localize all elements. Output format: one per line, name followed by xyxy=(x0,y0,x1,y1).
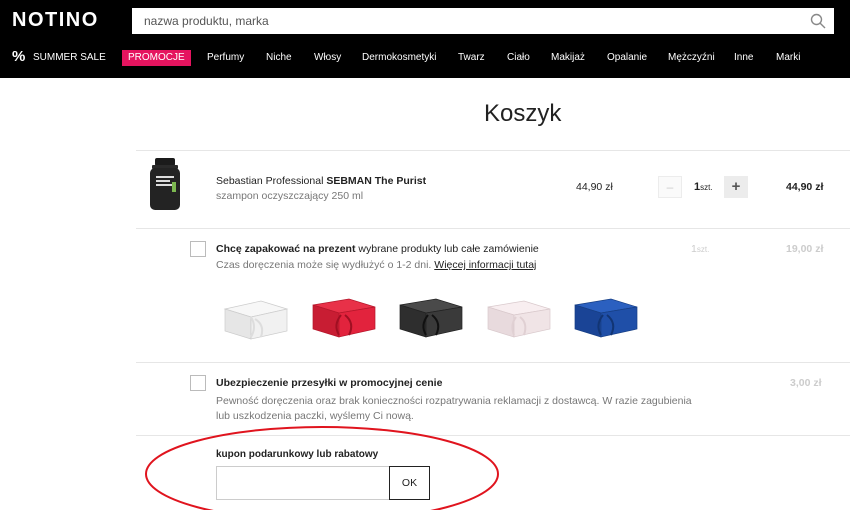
coupon-input[interactable] xyxy=(216,466,390,500)
nav-item-dermokosmetyki[interactable]: Dermokosmetyki xyxy=(362,52,436,63)
nav-item-inne[interactable]: Inne xyxy=(734,52,753,63)
insurance-title: Ubezpieczenie przesyłki w promocyjnej ce… xyxy=(216,377,443,389)
gift-box-red[interactable] xyxy=(309,291,379,343)
nav-item-summer-sale[interactable]: SUMMER SALE xyxy=(33,52,106,63)
sale-percent-icon[interactable]: % xyxy=(12,48,25,65)
search-bar xyxy=(132,8,834,34)
quantity-increase-button[interactable]: + xyxy=(724,176,748,198)
page-title: Koszyk xyxy=(484,100,562,127)
product-unit-price: 44,90 zł xyxy=(576,181,613,193)
gift-wrap-price: 19,00 zł xyxy=(786,243,824,255)
insurance-price: 3,00 zł xyxy=(790,377,822,389)
coupon-ok-button[interactable]: OK xyxy=(389,466,430,500)
product-name[interactable]: Sebastian Professional SEBMAN The Purist xyxy=(216,175,426,187)
nav-item-cialo[interactable]: Ciało xyxy=(507,52,530,63)
divider xyxy=(136,228,850,229)
product-title: SEBMAN The Purist xyxy=(326,175,427,187)
nav-item-twarz[interactable]: Twarz xyxy=(458,52,485,63)
gift-wrap-subtitle: Czas doręczenia może się wydłużyć o 1-2 … xyxy=(216,259,536,271)
search-icon[interactable] xyxy=(810,13,826,29)
nav-item-marki[interactable]: Marki xyxy=(776,52,800,63)
divider xyxy=(136,362,850,363)
nav-item-makijaz[interactable]: Makijaż xyxy=(551,52,585,63)
gift-wrap-delivery-note: Czas doręczenia może się wydłużyć o 1-2 … xyxy=(216,259,432,271)
gift-wrap-quantity-unit: szt. xyxy=(696,245,710,254)
divider xyxy=(136,150,850,151)
coupon-label: kupon podarunkowy lub rabatowy xyxy=(216,449,379,460)
quantity-decrease-button[interactable]: – xyxy=(658,176,682,198)
gift-box-white[interactable] xyxy=(221,291,291,343)
search-input[interactable] xyxy=(132,8,792,34)
gift-wrap-title-bold: Chcę zapakować na prezent xyxy=(216,243,356,255)
nav-item-niche[interactable]: Niche xyxy=(266,52,292,63)
product-description: szampon oczyszczający 250 ml xyxy=(216,190,364,202)
gift-wrap-quantity: 1szt. xyxy=(691,243,709,255)
nav-item-opalanie[interactable]: Opalanie xyxy=(607,52,647,63)
nav-item-wlosy[interactable]: Włosy xyxy=(314,52,341,63)
main-nav: % SUMMER SALE PROMOCJE Perfumy Niche Wło… xyxy=(0,48,850,70)
product-total-price: 44,90 zł xyxy=(786,181,824,193)
insurance-description: Pewność doręczenia oraz brak koniecznośc… xyxy=(216,395,692,422)
gift-wrap-title-rest: wybrane produkty lub całe zamówienie xyxy=(358,243,539,255)
quantity-value: 1szt. xyxy=(694,181,713,193)
gift-wrap-info-link[interactable]: Więcej informacji tutaj xyxy=(434,259,536,271)
product-image[interactable] xyxy=(148,158,182,210)
product-brand: Sebastian Professional xyxy=(216,175,324,187)
quantity-unit: szt. xyxy=(700,183,713,192)
gift-wrap-checkbox[interactable] xyxy=(190,241,206,257)
gift-box-black[interactable] xyxy=(396,291,466,343)
header-bar: NOTINO % SUMMER SALE PROMOCJE Perfumy Ni… xyxy=(0,0,850,78)
nav-item-promocje[interactable]: PROMOCJE xyxy=(122,50,191,66)
gift-box-pink[interactable] xyxy=(484,291,554,343)
gift-wrap-title: Chcę zapakować na prezent wybrane produk… xyxy=(216,243,539,255)
insurance-checkbox[interactable] xyxy=(190,375,206,391)
divider xyxy=(136,435,850,436)
nav-item-mezczyzni[interactable]: Mężczyźni xyxy=(668,52,715,63)
nav-item-perfumy[interactable]: Perfumy xyxy=(207,52,244,63)
notino-logo[interactable]: NOTINO xyxy=(12,9,99,32)
gift-box-blue[interactable] xyxy=(571,291,641,343)
